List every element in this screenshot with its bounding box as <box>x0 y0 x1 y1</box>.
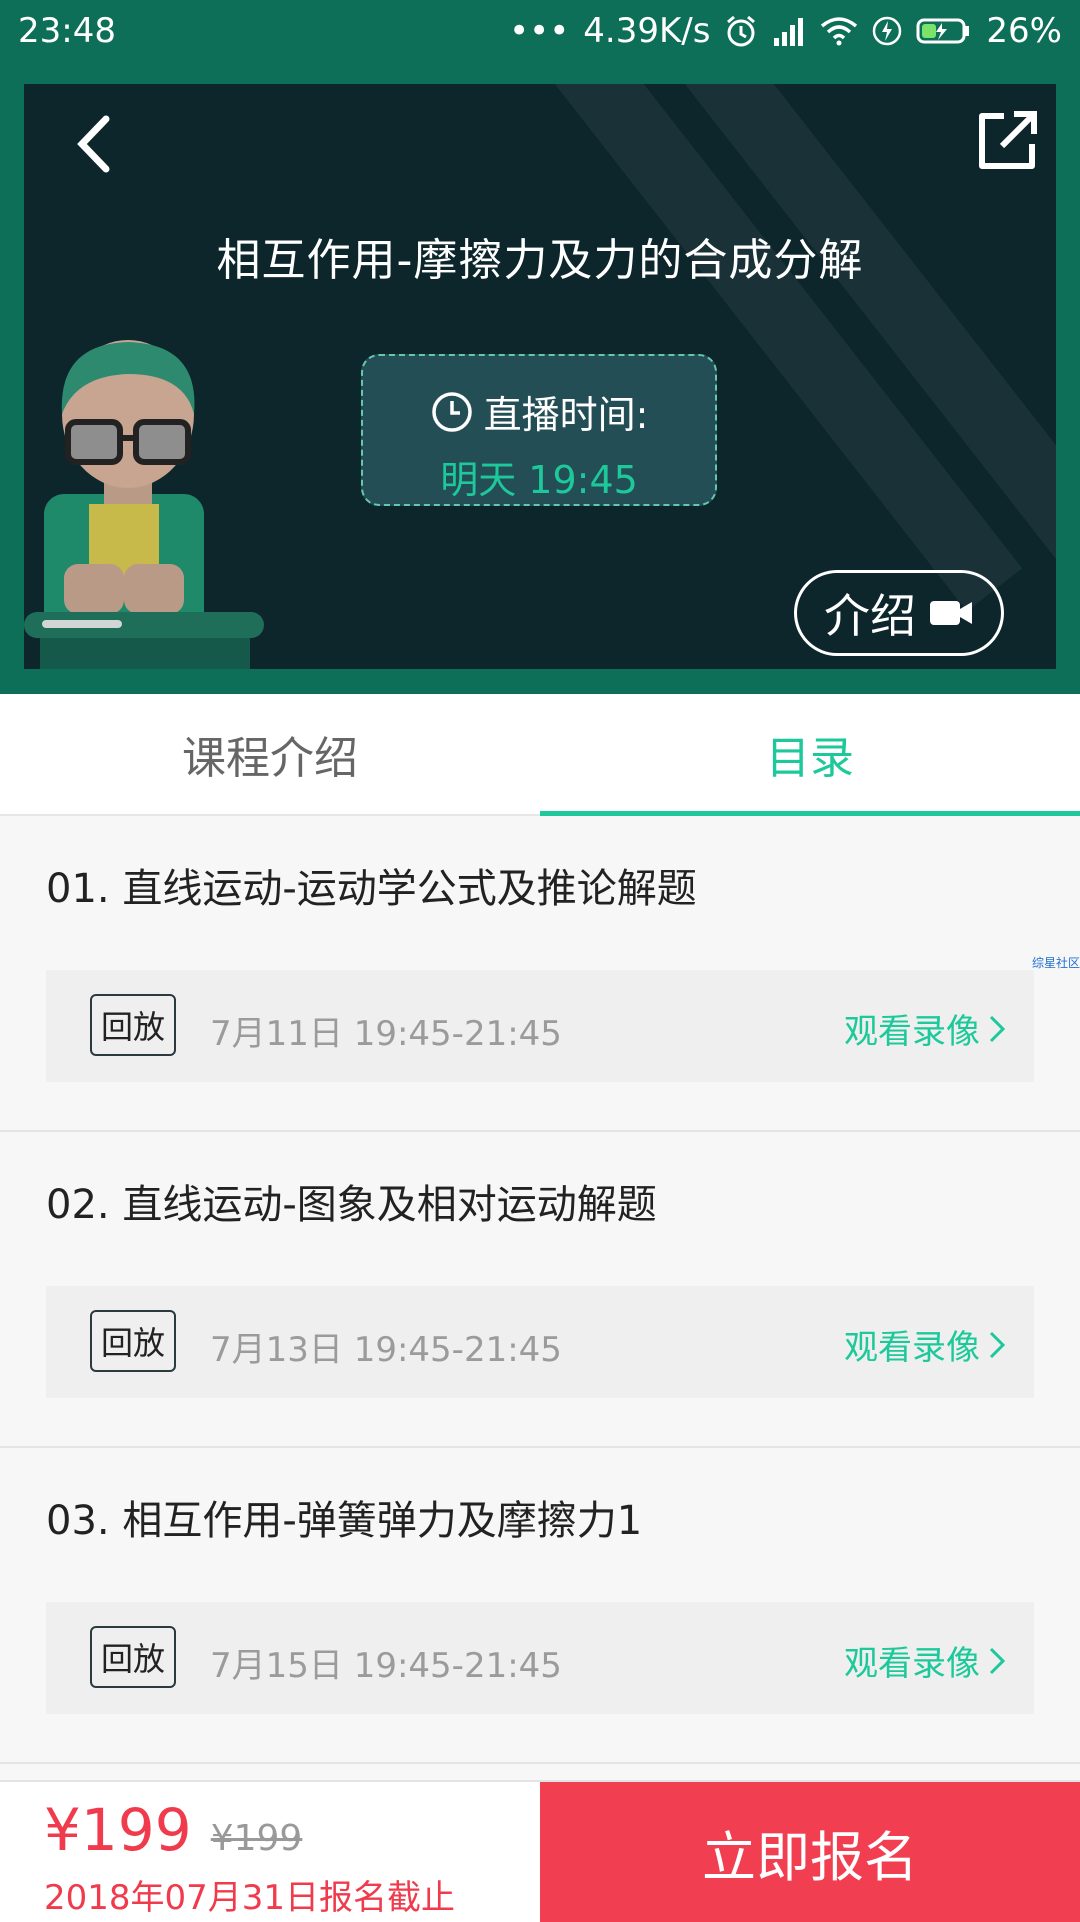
lesson-item: 02. 直线运动-图象及相对运动解题 回放 7月13日 19:45-21:45 … <box>0 1132 1080 1448</box>
watch-recording-link[interactable]: 观看录像 <box>844 1636 1006 1685</box>
live-label-row: 直播时间: <box>363 384 715 439</box>
back-button[interactable] <box>64 114 124 174</box>
signal-icon <box>772 16 806 46</box>
tab-bar: 课程介绍 目录 <box>0 694 1080 816</box>
charging-bolt-icon <box>872 16 902 46</box>
battery-icon <box>916 17 972 45</box>
watch-recording-label: 观看录像 <box>844 1644 980 1684</box>
video-camera-icon <box>930 601 972 625</box>
replay-badge: 回放 <box>90 1310 176 1372</box>
chevron-left-icon <box>77 115 110 173</box>
tab-course-intro[interactable]: 课程介绍 <box>0 694 540 814</box>
course-banner: 相互作用-摩擦力及力的合成分解 直播时间: 明天 19:45 介绍 <box>24 84 1056 669</box>
chevron-right-icon <box>989 1331 1006 1358</box>
live-label: 直播时间: <box>483 393 649 437</box>
watch-recording-label: 观看录像 <box>844 1328 980 1368</box>
wifi-icon <box>820 16 858 46</box>
enroll-deadline: 2018年07月31日报名截止 <box>44 1878 456 1918</box>
lesson-title: 03. 相互作用-弹簧弹力及摩擦力1 <box>46 1498 643 1544</box>
lesson-title: 01. 直线运动-运动学公式及推论解题 <box>46 866 697 912</box>
watch-recording-label: 观看录像 <box>844 1012 980 1052</box>
price-area: ¥199 ¥199 2018年07月31日报名截止 <box>44 1796 455 1919</box>
watermark-text: 综星社区 <box>1031 956 1080 970</box>
share-button[interactable] <box>974 110 1038 174</box>
chevron-right-icon <box>989 1015 1006 1042</box>
intro-label: 介绍 <box>824 589 916 643</box>
network-speed: 4.39K/s <box>583 11 711 51</box>
lesson-time: 7月13日 19:45-21:45 <box>210 1330 562 1370</box>
alarm-icon <box>724 14 758 48</box>
status-bar: 23:48 ••• 4.39K/s 26% <box>0 0 1080 62</box>
replay-badge: 回放 <box>90 994 176 1056</box>
status-indicators: ••• 4.39K/s 26% <box>509 11 1062 51</box>
live-time: 明天 19:45 <box>440 458 638 502</box>
more-dots: ••• <box>509 11 570 51</box>
live-time-box: 直播时间: 明天 19:45 <box>361 354 717 506</box>
original-price: ¥199 <box>210 1818 303 1859</box>
replay-badge: 回放 <box>90 1626 176 1688</box>
purchase-bar: ¥199 ¥199 2018年07月31日报名截止 立即报名 <box>0 1780 1080 1922</box>
tab-catalog[interactable]: 目录 <box>540 694 1080 816</box>
current-price: ¥199 <box>44 1796 192 1864</box>
lesson-replay-bar: 回放 7月11日 19:45-21:45 观看录像 <box>46 970 1034 1082</box>
lesson-replay-bar: 回放 7月13日 19:45-21:45 观看录像 <box>46 1286 1034 1398</box>
teacher-illustration <box>24 324 284 669</box>
status-time: 23:48 <box>18 11 116 51</box>
lesson-time: 7月11日 19:45-21:45 <box>210 1014 562 1054</box>
lesson-replay-bar: 回放 7月15日 19:45-21:45 观看录像 <box>46 1602 1034 1714</box>
share-external-icon <box>979 111 1037 169</box>
enroll-button[interactable]: 立即报名 <box>540 1782 1080 1922</box>
chevron-right-icon <box>989 1647 1006 1674</box>
watch-recording-link[interactable]: 观看录像 <box>844 1320 1006 1369</box>
battery-percent: 26% <box>986 11 1062 51</box>
intro-video-button[interactable]: 介绍 <box>794 570 1004 656</box>
lesson-item: 01. 直线运动-运动学公式及推论解题 回放 7月11日 19:45-21:45… <box>0 816 1080 1132</box>
clock-icon <box>431 391 472 432</box>
course-title: 相互作用-摩擦力及力的合成分解 <box>216 235 864 286</box>
lesson-item: 03. 相互作用-弹簧弹力及摩擦力1 回放 7月15日 19:45-21:45 … <box>0 1448 1080 1764</box>
lesson-time: 7月15日 19:45-21:45 <box>210 1646 562 1686</box>
lesson-title: 02. 直线运动-图象及相对运动解题 <box>46 1182 657 1228</box>
watch-recording-link[interactable]: 观看录像 <box>844 1004 1006 1053</box>
